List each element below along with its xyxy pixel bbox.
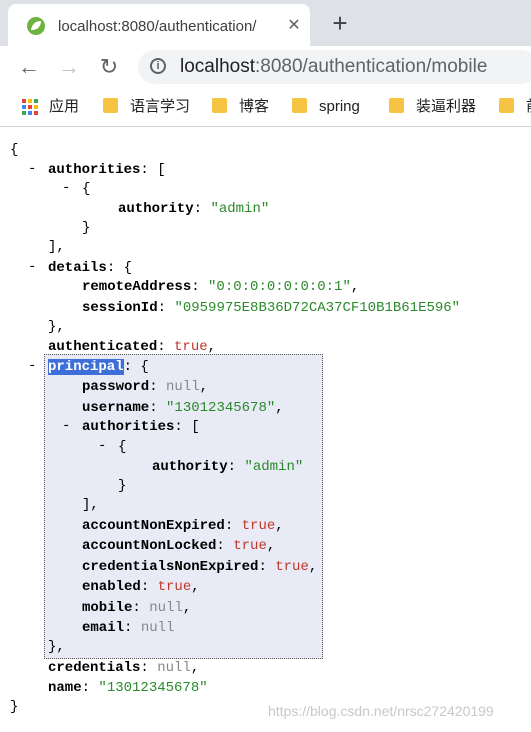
collapse-toggle[interactable]: - <box>62 418 70 434</box>
back-button[interactable]: ← <box>16 54 42 80</box>
json-row: authority: "admin" <box>118 201 270 217</box>
url-host: localhost <box>180 56 255 77</box>
folder-icon <box>499 98 514 113</box>
json-value: "13012345678" <box>98 680 208 696</box>
info-icon[interactable]: i <box>150 58 166 74</box>
json-row: name: "13012345678" <box>48 680 208 696</box>
json-viewer: { - authorities: [ - { authority: "admin… <box>0 127 531 732</box>
json-value: "0959975E8B36D72CA37CF10B1B61E596" <box>174 300 461 316</box>
browser-tab[interactable]: localhost:8080/authentication/ ✕ <box>8 4 310 46</box>
json-row: mobile: null, <box>82 600 192 616</box>
json-row: details: { <box>48 260 133 276</box>
json-row: accountNonExpired: true, <box>82 518 284 534</box>
json-value: null <box>166 379 200 395</box>
json-row: authorities: [ <box>48 162 166 178</box>
json-open-brace: { <box>10 142 19 158</box>
folder-icon <box>212 98 227 113</box>
json-value: "0:0:0:0:0:0:0:1" <box>208 279 351 295</box>
json-value: null <box>157 660 191 676</box>
json-value: "admin" <box>244 459 304 475</box>
collapse-toggle[interactable]: - <box>28 161 36 177</box>
json-row: accountNonLocked: true, <box>82 538 276 554</box>
url-text[interactable]: localhost:8080/authentication/mobile <box>180 56 487 78</box>
json-key: authority <box>118 201 194 217</box>
bookmarks-bar: 应用 语言学习 博客 spring 装逼利器 前 <box>0 88 531 127</box>
json-key: remoteAddress <box>82 279 192 295</box>
bookmark-more[interactable]: 前 <box>499 96 531 118</box>
json-value: true <box>275 559 309 575</box>
json-row: { <box>118 439 127 455</box>
json-value: null <box>140 620 175 636</box>
collapse-toggle[interactable]: - <box>28 259 36 275</box>
json-key: authorities <box>82 419 175 435</box>
collapse-toggle[interactable]: - <box>98 438 106 454</box>
json-row: ], <box>82 497 99 513</box>
json-row: enabled: true, <box>82 579 200 595</box>
json-key: sessionId <box>82 300 158 316</box>
json-key: authority <box>152 459 228 475</box>
json-key: authorities <box>48 162 141 178</box>
tab-title: localhost:8080/authentication/ <box>58 18 257 35</box>
json-close-brace: } <box>10 699 19 715</box>
json-value: null <box>149 600 183 616</box>
json-row: credentials: null, <box>48 660 200 676</box>
forward-button[interactable]: → <box>56 54 82 80</box>
json-row: principal: { <box>48 359 149 375</box>
close-tab-icon[interactable]: ✕ <box>284 16 304 36</box>
json-row: }, <box>48 639 65 655</box>
json-row: } <box>82 220 91 236</box>
tab-strip: localhost:8080/authentication/ ✕ + <box>0 0 531 46</box>
json-row: authenticated: true, <box>48 339 217 355</box>
json-value: true <box>174 339 208 355</box>
json-key: accountNonLocked <box>82 538 217 554</box>
folder-icon <box>389 98 404 113</box>
bookmark-language-learning[interactable]: 语言学习 <box>103 96 190 118</box>
json-key: mobile <box>82 600 133 616</box>
json-value: true <box>157 579 192 595</box>
json-row: { <box>82 181 91 197</box>
json-row: sessionId: "0959975E8B36D72CA37CF10B1B61… <box>82 300 461 316</box>
json-value: "admin" <box>210 201 270 217</box>
json-key: accountNonExpired <box>82 518 225 534</box>
apps-grid-icon[interactable] <box>22 99 38 115</box>
json-key-selected[interactable]: principal <box>48 359 124 375</box>
bookmark-apps[interactable]: 应用 <box>49 96 79 118</box>
watermark: https://blog.csdn.net/nrsc272420199 <box>268 703 494 719</box>
json-value: true <box>233 538 267 554</box>
bookmark-blog[interactable]: 博客 <box>212 96 269 118</box>
json-row: remoteAddress: "0:0:0:0:0:0:0:1", <box>82 279 360 295</box>
collapse-toggle[interactable]: - <box>28 358 36 374</box>
json-key: email <box>82 620 125 636</box>
json-row: password: null, <box>82 379 209 395</box>
json-row: credentialsNonExpired: true, <box>82 559 318 575</box>
folder-icon <box>103 98 118 113</box>
url-path: :8080/authentication/mobile <box>255 56 488 77</box>
bookmark-spring[interactable]: spring <box>292 96 360 118</box>
collapse-toggle[interactable]: - <box>62 180 70 196</box>
json-row: username: "13012345678", <box>82 400 284 416</box>
folder-icon <box>292 98 307 113</box>
bookmark-tools[interactable]: 装逼利器 <box>389 96 476 118</box>
json-key: password <box>82 379 150 395</box>
browser-toolbar: ← → ↻ i localhost:8080/authentication/mo… <box>0 46 531 88</box>
json-row: email: null <box>82 620 175 636</box>
spring-leaf-icon <box>27 17 45 35</box>
json-key: credentialsNonExpired <box>82 559 259 575</box>
address-bar[interactable]: i localhost:8080/authentication/mobile <box>138 50 531 84</box>
json-value: true <box>241 518 276 534</box>
json-key: authenticated <box>48 339 158 355</box>
json-row: authority: "admin" <box>152 459 304 475</box>
json-value: "13012345678" <box>166 400 276 416</box>
json-row: } <box>118 478 127 494</box>
json-key: username <box>82 400 150 416</box>
json-key: details <box>48 260 107 276</box>
json-row: authorities: [ <box>82 419 200 435</box>
new-tab-button[interactable]: + <box>326 10 354 38</box>
json-key: name <box>48 680 82 696</box>
json-row: }, <box>48 319 65 335</box>
json-key: enabled <box>82 579 141 595</box>
reload-button[interactable]: ↻ <box>96 54 122 80</box>
json-key: credentials <box>48 660 141 676</box>
json-row: ], <box>48 239 65 255</box>
